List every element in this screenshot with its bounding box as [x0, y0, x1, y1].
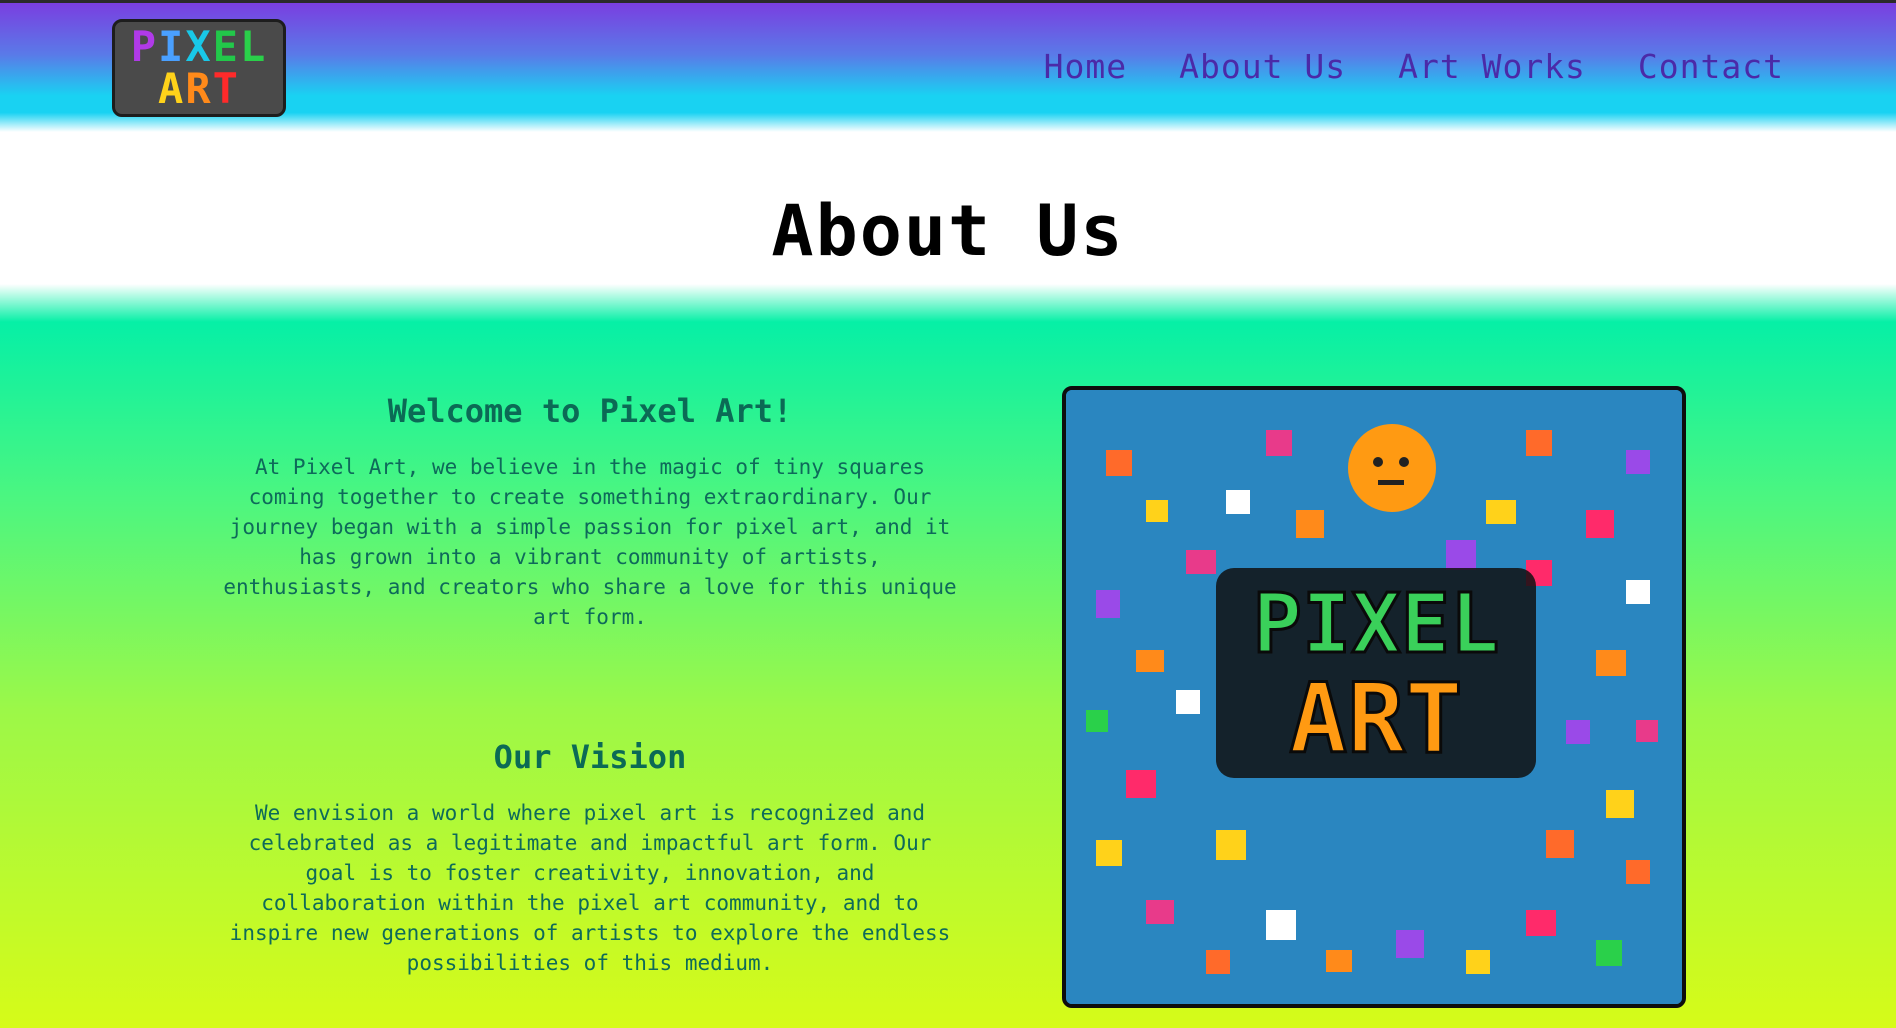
vision-body: We envision a world where pixel art is r… — [229, 801, 951, 975]
nav-art-works[interactable]: Art Works — [1398, 47, 1586, 86]
nav-home[interactable]: Home — [1044, 47, 1127, 86]
vision-section: Our Vision We envision a world where pix… — [200, 738, 980, 978]
about-text-column: Welcome to Pixel Art! At Pixel Art, we b… — [200, 392, 980, 975]
poster-line-2: ART — [1289, 663, 1462, 775]
nav-about-us[interactable]: About Us — [1179, 47, 1346, 86]
site-header: PIXEL ART Home About Us Art Works Contac… — [0, 0, 1896, 132]
pixel-art-poster-image: PIXEL ART — [1062, 386, 1686, 1008]
welcome-body: At Pixel Art, we believe in the magic of… — [223, 455, 957, 629]
main-nav: Home About Us Art Works Contact — [1044, 47, 1784, 86]
vision-heading: Our Vision — [493, 738, 687, 776]
pixel-art-logo[interactable]: PIXEL ART — [112, 19, 286, 117]
poster-illustration: PIXEL ART — [1066, 390, 1682, 1004]
nav-contact[interactable]: Contact — [1638, 47, 1784, 86]
logo-line-1: PIXEL — [130, 22, 268, 71]
page-title: About Us — [771, 190, 1125, 272]
logo-line-2: ART — [158, 64, 240, 113]
welcome-heading: Welcome to Pixel Art! — [387, 392, 793, 430]
about-main: Welcome to Pixel Art! At Pixel Art, we b… — [0, 322, 1896, 1028]
welcome-section: Welcome to Pixel Art! At Pixel Art, we b… — [200, 392, 980, 632]
poster-line-1: PIXEL — [1253, 577, 1500, 672]
